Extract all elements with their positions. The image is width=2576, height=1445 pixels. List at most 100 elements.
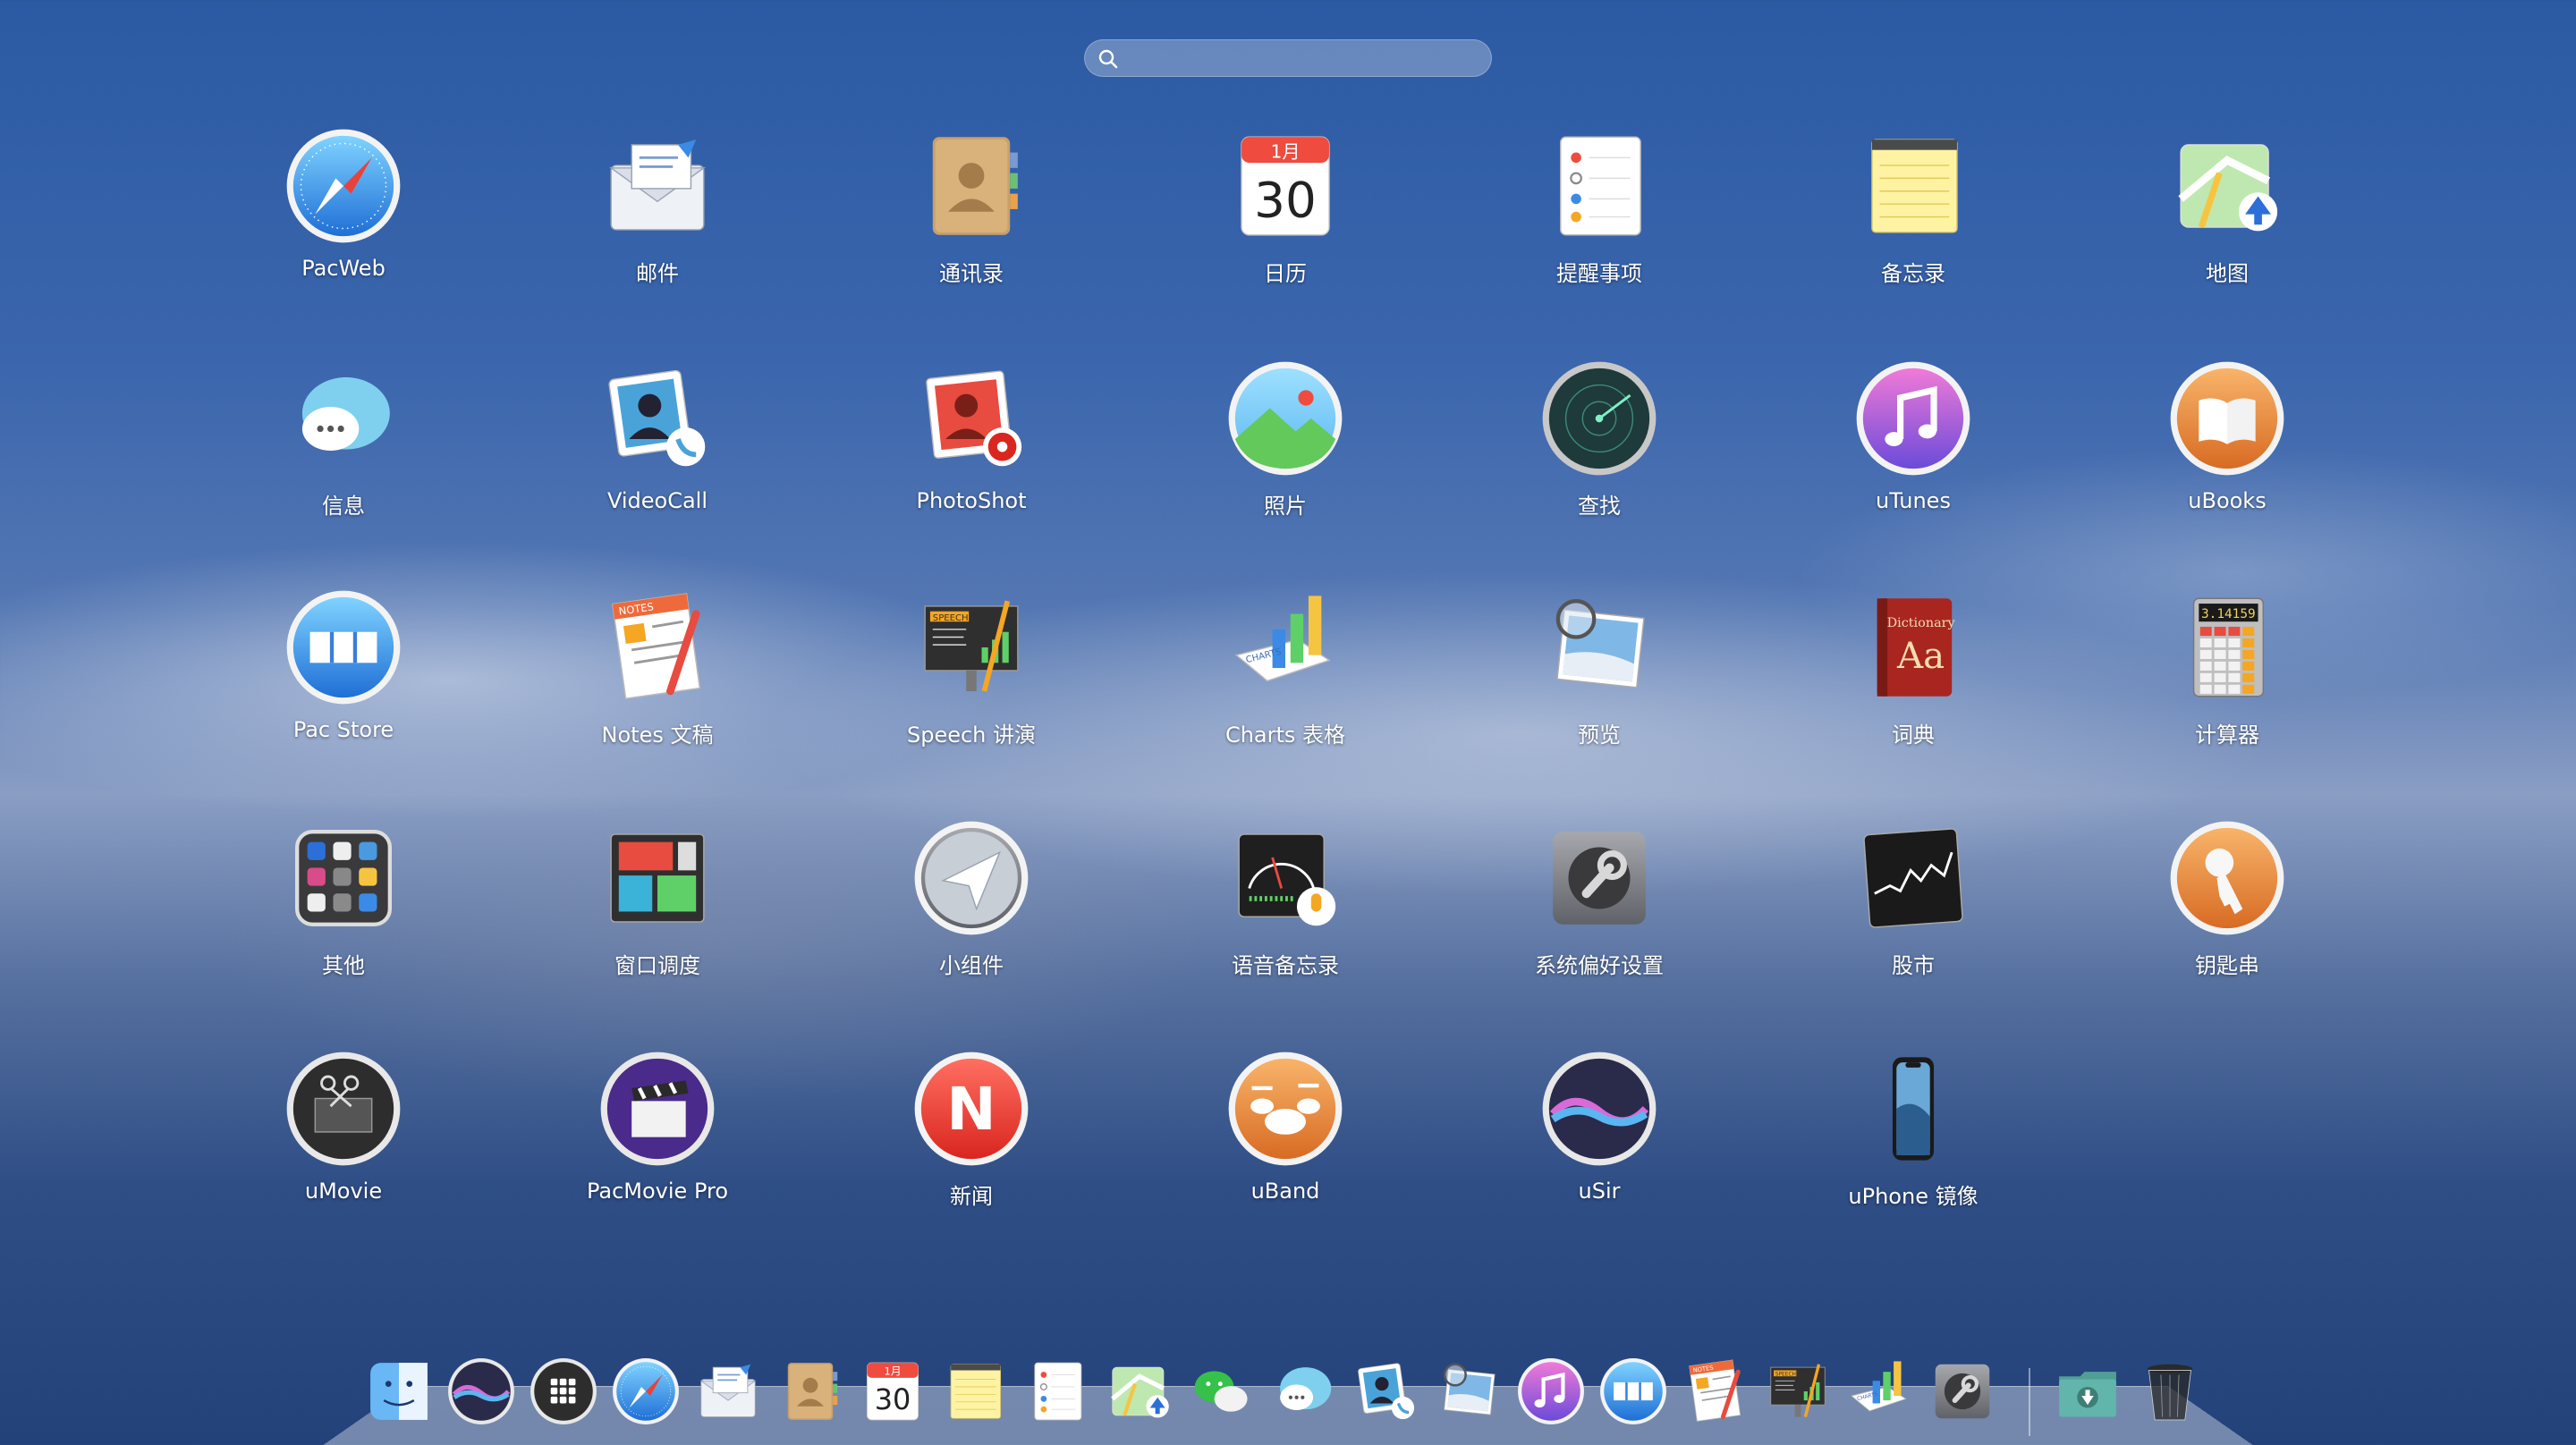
svg-text:N: N	[946, 1075, 996, 1144]
app-store[interactable]: Pac Store	[209, 583, 478, 780]
dock-maps-icon[interactable]	[1102, 1354, 1177, 1429]
app-keychain[interactable]: 钥匙串	[2093, 814, 2361, 1010]
app-imovie[interactable]: uMovie	[209, 1044, 478, 1241]
app-label: 日历	[1264, 261, 1307, 286]
app-label: Charts 表格	[1224, 722, 1346, 748]
app-mail[interactable]: 邮件	[523, 122, 792, 318]
music-note-icon	[1849, 354, 1978, 483]
app-label: 邮件	[636, 261, 679, 286]
app-label: 备忘录	[1881, 261, 1945, 286]
app-pages[interactable]: NOTES Notes 文稿	[523, 583, 792, 780]
app-dictionary[interactable]: Dictionary Aa 词典	[1779, 583, 2047, 780]
other-folder-icon	[279, 814, 408, 942]
dictionary-icon: Dictionary Aa	[1849, 583, 1978, 712]
app-photoshot[interactable]: PhotoShot	[837, 354, 1106, 551]
app-label: PhotoShot	[916, 488, 1027, 513]
app-label: 计算器	[2195, 722, 2259, 748]
safari-compass-icon	[279, 122, 408, 250]
app-stocks[interactable]: 股市	[1779, 814, 2047, 1010]
dock-safari-compass-icon[interactable]	[608, 1354, 683, 1429]
app-drums[interactable]: uBand	[1151, 1044, 1419, 1241]
app-books[interactable]: uBooks	[2093, 354, 2361, 551]
app-label: uBand	[1250, 1179, 1320, 1204]
dock-separator	[2029, 1368, 2030, 1436]
app-label: uSir	[1578, 1179, 1621, 1204]
calculator-icon: 3.14159	[2163, 583, 2292, 712]
app-keynote[interactable]: SPEECH Speech 讲演	[837, 583, 1106, 780]
app-news[interactable]: N 新闻	[837, 1044, 1106, 1241]
app-siri[interactable]: uSir	[1465, 1044, 1733, 1241]
app-notes[interactable]: 备忘录	[1779, 122, 2047, 318]
app-label: 窗口调度	[614, 953, 700, 978]
dock-calendar-icon[interactable]: 1月 30	[855, 1354, 930, 1429]
app-clapper[interactable]: PacMovie Pro	[523, 1044, 792, 1241]
pages-icon: NOTES	[593, 583, 722, 712]
app-label: 小组件	[939, 953, 1004, 978]
svg-text:1月: 1月	[1271, 140, 1301, 162]
messages-icon	[279, 354, 408, 483]
dock-trash-icon[interactable]	[2132, 1354, 2207, 1429]
dock-music-note-icon[interactable]	[1513, 1354, 1589, 1429]
dock-system-preferences-icon[interactable]	[1925, 1354, 2000, 1429]
app-label: 照片	[1264, 494, 1307, 519]
app-label: Speech 讲演	[906, 722, 1037, 748]
app-mission-control[interactable]: 窗口调度	[523, 814, 792, 1010]
dock-reminders-icon[interactable]	[1020, 1354, 1095, 1429]
app-label: Pac Store	[292, 717, 394, 742]
app-safari-compass[interactable]: PacWeb	[209, 122, 478, 318]
app-widget-send[interactable]: 小组件	[837, 814, 1106, 1010]
app-label: 系统偏好设置	[1535, 953, 1664, 978]
reminders-icon	[1535, 122, 1664, 250]
app-maps[interactable]: 地图	[2093, 122, 2361, 318]
app-label: uPhone 镜像	[1848, 1184, 1979, 1209]
svg-text:30: 30	[875, 1382, 911, 1416]
videocall-icon	[593, 354, 722, 483]
calendar-icon: 1月 30	[1221, 122, 1350, 250]
app-calendar[interactable]: 1月 30 日历	[1151, 122, 1419, 318]
dock-keynote-icon[interactable]: SPEECH	[1760, 1354, 1835, 1429]
dock-numbers-icon[interactable]: CHARTS	[1843, 1354, 1918, 1429]
photoshot-icon	[907, 354, 1036, 483]
app-label: 词典	[1892, 722, 1935, 748]
app-label: 语音备忘录	[1232, 953, 1339, 978]
app-label: Notes 文稿	[601, 722, 714, 748]
app-label: PacWeb	[301, 256, 386, 281]
app-preview[interactable]: 预览	[1465, 583, 1733, 780]
dock-preview-icon[interactable]	[1431, 1354, 1506, 1429]
app-messages[interactable]: 信息	[209, 354, 478, 551]
app-label: 地图	[2206, 261, 2249, 286]
app-find-radar[interactable]: 查找	[1465, 354, 1733, 551]
app-music-note[interactable]: uTunes	[1779, 354, 2047, 551]
preview-icon	[1535, 583, 1664, 712]
clapper-icon	[593, 1044, 722, 1173]
app-other-folder[interactable]: 其他	[209, 814, 478, 1010]
dock-wechat-icon[interactable]	[1184, 1354, 1259, 1429]
books-icon	[2163, 354, 2292, 483]
app-calculator[interactable]: 3.14159 计算器	[2093, 583, 2361, 780]
app-label: 预览	[1578, 722, 1621, 748]
app-voice-memo[interactable]: 语音备忘录	[1151, 814, 1419, 1010]
dock-downloads-folder-icon[interactable]	[2050, 1354, 2125, 1429]
dock-siri-icon[interactable]	[444, 1354, 519, 1429]
app-numbers[interactable]: CHARTS Charts 表格	[1151, 583, 1419, 780]
app-label: 通讯录	[939, 261, 1004, 286]
app-label: VideoCall	[606, 488, 708, 513]
app-system-preferences[interactable]: 系统偏好设置	[1465, 814, 1733, 1010]
dock-videocall-icon[interactable]	[1349, 1354, 1424, 1429]
dock-notes-icon[interactable]	[937, 1354, 1013, 1429]
svg-text:SPEECH: SPEECH	[933, 613, 969, 623]
dock-messages-icon[interactable]	[1267, 1354, 1342, 1429]
app-photos[interactable]: 照片	[1151, 354, 1419, 551]
dock-pages-icon[interactable]: NOTES	[1678, 1354, 1753, 1429]
app-iphone-mirror[interactable]: uPhone 镜像	[1779, 1044, 2047, 1241]
mail-icon	[593, 122, 722, 250]
dock-contacts-icon[interactable]	[773, 1354, 848, 1429]
dock-store-icon[interactable]	[1596, 1354, 1671, 1429]
svg-text:3.14159: 3.14159	[2201, 607, 2256, 621]
app-videocall[interactable]: VideoCall	[523, 354, 792, 551]
dock-mail-icon[interactable]	[691, 1354, 766, 1429]
app-reminders[interactable]: 提醒事项	[1465, 122, 1733, 318]
dock-launchpad-icon[interactable]	[526, 1354, 601, 1429]
dock-finder-icon[interactable]	[361, 1354, 436, 1429]
app-contacts[interactable]: 通讯录	[837, 122, 1106, 318]
